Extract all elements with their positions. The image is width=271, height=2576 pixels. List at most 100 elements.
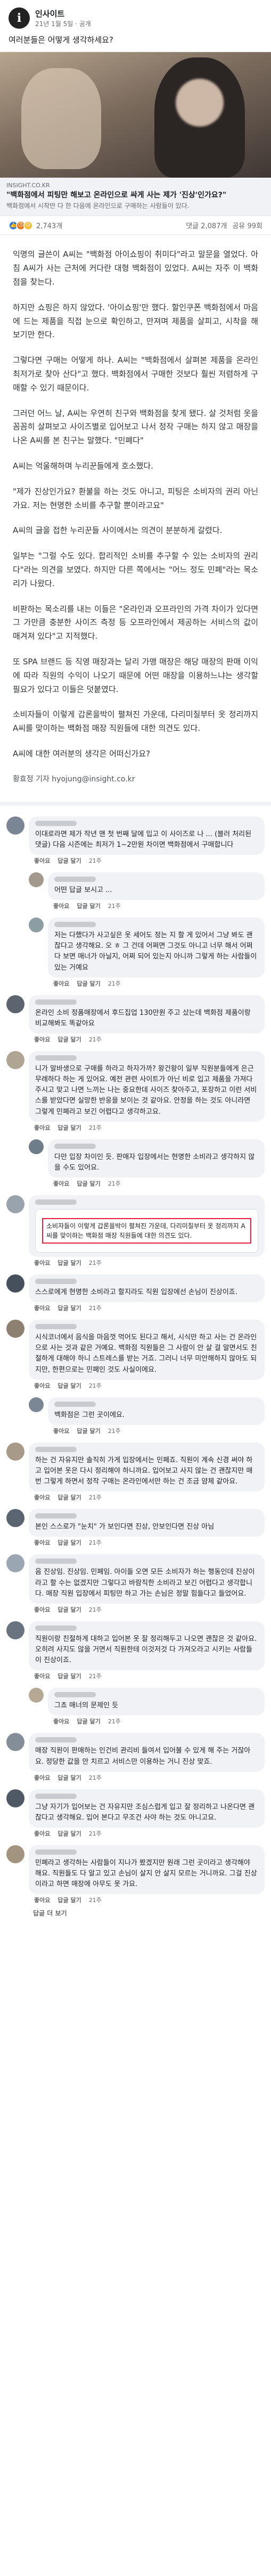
comment-timestamp[interactable]: 21주 xyxy=(108,1717,121,1725)
commenter-name-redacted[interactable] xyxy=(35,999,77,1005)
like-comment-button[interactable]: 좋아요 xyxy=(53,1179,69,1188)
page-name[interactable]: 인사이트 xyxy=(35,8,91,19)
reply-comment-button[interactable]: 답글 달기 xyxy=(58,1493,81,1502)
commenter-name-redacted[interactable] xyxy=(54,1143,96,1149)
comment-timestamp[interactable]: 21주 xyxy=(89,1035,102,1044)
comment-timestamp[interactable]: 21주 xyxy=(89,1672,102,1680)
commenter-avatar[interactable] xyxy=(6,1274,24,1293)
commenter-name-redacted[interactable] xyxy=(54,1401,96,1407)
like-comment-button[interactable]: 좋아요 xyxy=(34,1123,50,1132)
comment-timestamp[interactable]: 21주 xyxy=(89,1538,102,1547)
reply-comment-button[interactable]: 답글 달기 xyxy=(77,979,100,988)
like-comment-button[interactable]: 좋아요 xyxy=(34,1035,50,1044)
commenter-name-redacted[interactable] xyxy=(35,1324,77,1330)
commenter-avatar[interactable] xyxy=(6,1789,24,1807)
link-preview[interactable]: INSIGHT.CO.KR "백화점에서 피팅만 해보고 온라인으로 싸게 사는… xyxy=(0,52,271,216)
commenter-avatar[interactable] xyxy=(6,1509,24,1528)
commenter-avatar[interactable] xyxy=(6,816,24,835)
like-comment-button[interactable]: 좋아요 xyxy=(53,1717,69,1725)
commenter-name-redacted[interactable] xyxy=(35,1199,77,1205)
reply-comment-button[interactable]: 답글 달기 xyxy=(58,1538,81,1547)
commenter-avatar[interactable] xyxy=(6,1320,24,1338)
comment-timestamp[interactable]: 21주 xyxy=(89,1381,102,1390)
like-comment-button[interactable]: 좋아요 xyxy=(34,1829,50,1838)
commenter-name-redacted[interactable] xyxy=(35,1055,77,1061)
reaction-summary[interactable]: 👍 😠 😢 2,743개 xyxy=(9,220,62,230)
like-comment-button[interactable]: 좋아요 xyxy=(53,979,69,988)
reply-comment-button[interactable]: 답글 달기 xyxy=(58,1381,81,1390)
comment-timestamp[interactable]: 21주 xyxy=(89,1773,102,1782)
commenter-name-redacted[interactable] xyxy=(54,1692,96,1698)
commenter-avatar[interactable] xyxy=(6,1845,24,1863)
commenter-avatar[interactable] xyxy=(6,1554,24,1573)
like-comment-button[interactable]: 좋아요 xyxy=(34,1258,50,1267)
comment-timestamp[interactable]: 21주 xyxy=(108,1427,121,1435)
commenter-name-redacted[interactable] xyxy=(35,1625,77,1631)
comment-timestamp[interactable]: 21주 xyxy=(89,1605,102,1614)
reply-comment-button[interactable]: 답글 달기 xyxy=(58,1035,81,1044)
reply-comment-button[interactable]: 답글 달기 xyxy=(58,1896,81,1904)
view-more-replies-link[interactable]: 답글 더 보기 xyxy=(33,1908,265,1918)
like-comment-button[interactable]: 좋아요 xyxy=(34,1538,50,1547)
post-time[interactable]: 21년 1월 5일 · 공개 xyxy=(35,19,91,28)
commenter-name-redacted[interactable] xyxy=(35,1849,77,1855)
like-comment-button[interactable]: 좋아요 xyxy=(34,1773,50,1782)
page-avatar[interactable]: i xyxy=(9,7,30,29)
commenter-avatar[interactable] xyxy=(6,1051,24,1070)
commenter-avatar[interactable] xyxy=(6,995,24,1013)
share-count[interactable]: 공유 99회 xyxy=(232,220,262,230)
commenter-avatar[interactable] xyxy=(6,1195,24,1214)
reply-comment-button[interactable]: 답글 달기 xyxy=(58,1304,81,1312)
commenter-name-redacted[interactable] xyxy=(35,1737,77,1743)
like-comment-button[interactable]: 좋아요 xyxy=(53,1427,69,1435)
commenter-avatar[interactable] xyxy=(29,918,44,933)
reply-comment-button[interactable]: 답글 달기 xyxy=(58,1773,81,1782)
commenter-name-redacted[interactable] xyxy=(35,820,77,826)
comment-timestamp[interactable]: 21주 xyxy=(89,856,102,865)
commenter-name-redacted[interactable] xyxy=(54,922,96,928)
reply-comment-button[interactable]: 답글 달기 xyxy=(58,1672,81,1680)
reply-comment-button[interactable]: 답글 달기 xyxy=(58,1258,81,1267)
comment-timestamp[interactable]: 21주 xyxy=(89,1123,102,1132)
commenter-name-redacted[interactable] xyxy=(35,1446,77,1452)
like-comment-button[interactable]: 좋아요 xyxy=(34,1672,50,1680)
comment-timestamp[interactable]: 21주 xyxy=(108,979,121,988)
reply-comment-button[interactable]: 답글 달기 xyxy=(77,1179,100,1188)
commenter-avatar[interactable] xyxy=(29,872,44,888)
commenter-name-redacted[interactable] xyxy=(35,1513,77,1519)
link-preview-image[interactable] xyxy=(0,52,271,178)
commenter-avatar[interactable] xyxy=(29,1397,44,1412)
reply-comment-button[interactable]: 답글 달기 xyxy=(58,1123,81,1132)
reply-comment-button[interactable]: 답글 달기 xyxy=(58,856,81,865)
reply-comment-button[interactable]: 답글 달기 xyxy=(77,1427,100,1435)
commenter-name-redacted[interactable] xyxy=(35,1279,77,1285)
like-comment-button[interactable]: 좋아요 xyxy=(34,1381,50,1390)
like-comment-button[interactable]: 좋아요 xyxy=(34,1605,50,1614)
commenter-avatar[interactable] xyxy=(6,1733,24,1752)
like-comment-button[interactable]: 좋아요 xyxy=(34,1304,50,1312)
comment-timestamp[interactable]: 21주 xyxy=(89,1304,102,1312)
comment-timestamp[interactable]: 21주 xyxy=(89,1258,102,1267)
like-comment-button[interactable]: 좋아요 xyxy=(34,1896,50,1904)
comment-timestamp[interactable]: 21주 xyxy=(89,1829,102,1838)
comment-timestamp[interactable]: 21주 xyxy=(108,1179,121,1188)
reply-comment-button[interactable]: 답글 달기 xyxy=(58,1605,81,1614)
commenter-name-redacted[interactable] xyxy=(54,877,96,882)
reply-comment-button[interactable]: 답글 달기 xyxy=(58,1829,81,1838)
commenter-avatar[interactable] xyxy=(29,1139,44,1154)
comment-timestamp[interactable]: 21주 xyxy=(89,1493,102,1502)
like-comment-button[interactable]: 좋아요 xyxy=(34,856,50,865)
comment-count[interactable]: 댓글 2,087개 xyxy=(186,220,227,230)
reply-comment-button[interactable]: 답글 달기 xyxy=(77,902,100,910)
comment-timestamp[interactable]: 21주 xyxy=(89,1896,102,1904)
commenter-name-redacted[interactable] xyxy=(35,1793,77,1799)
link-preview-info[interactable]: INSIGHT.CO.KR "백화점에서 피팅만 해보고 온라인으로 싸게 사는… xyxy=(0,178,271,216)
commenter-avatar[interactable] xyxy=(6,1442,24,1461)
commenter-name-redacted[interactable] xyxy=(35,1558,77,1564)
comment-timestamp[interactable]: 21주 xyxy=(108,902,121,910)
reply-comment-button[interactable]: 답글 달기 xyxy=(77,1717,100,1725)
like-comment-button[interactable]: 좋아요 xyxy=(53,902,69,910)
commenter-avatar[interactable] xyxy=(29,1688,44,1703)
like-comment-button[interactable]: 좋아요 xyxy=(34,1493,50,1502)
commenter-avatar[interactable] xyxy=(6,1621,24,1639)
